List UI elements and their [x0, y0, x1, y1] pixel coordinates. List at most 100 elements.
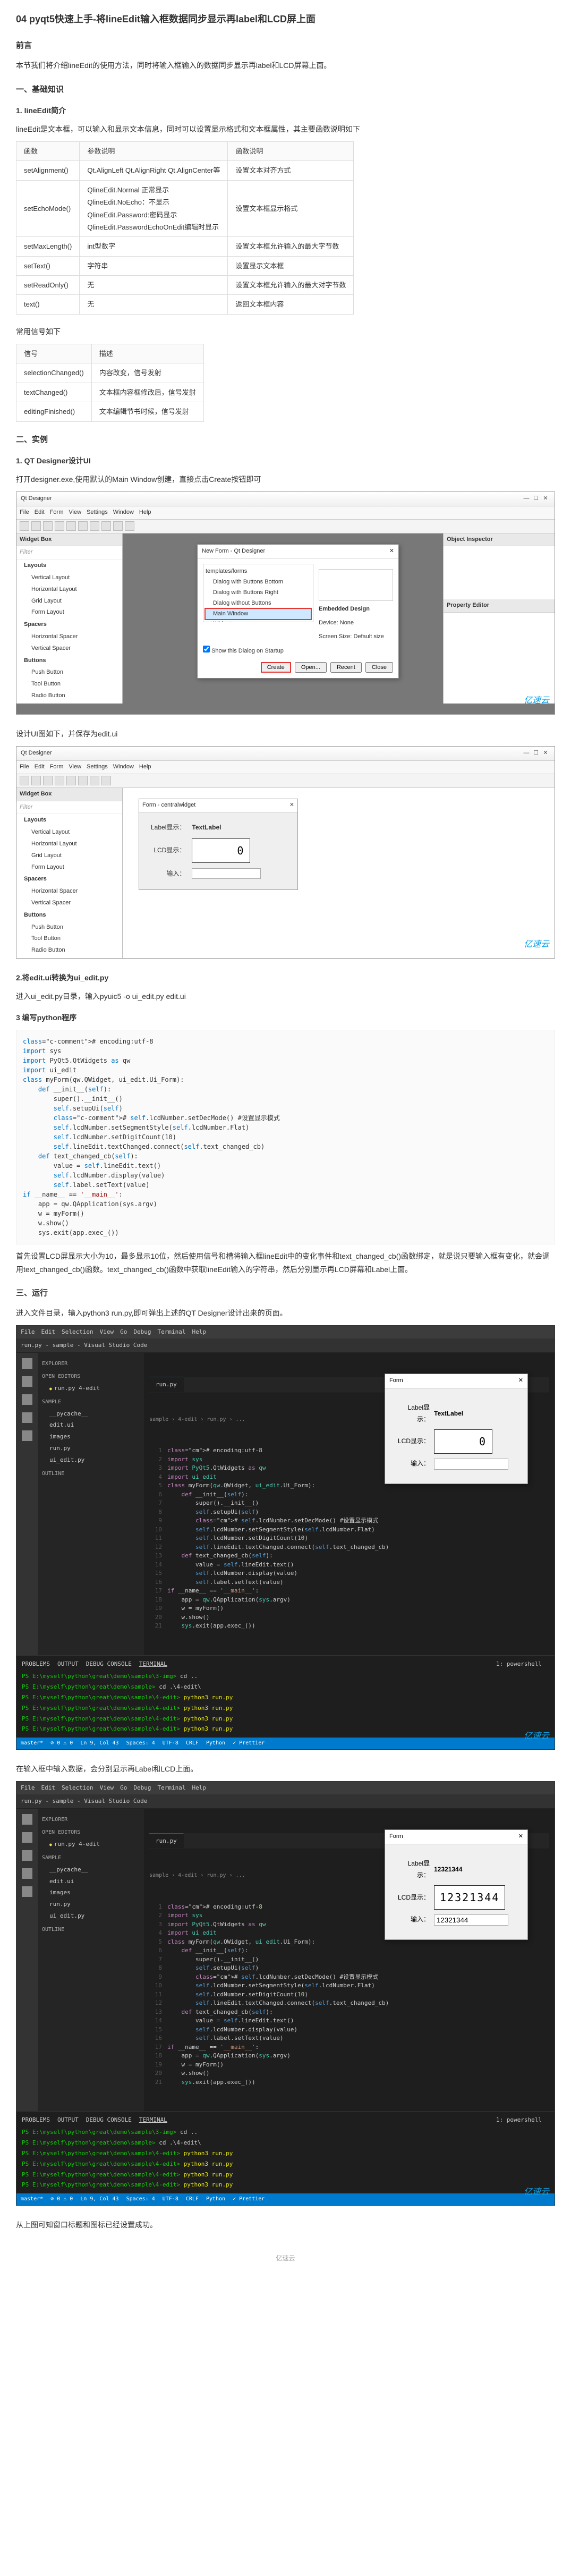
line-edit-input[interactable]: [434, 1914, 508, 1926]
tool-icon[interactable]: [43, 776, 53, 785]
menu-item[interactable]: Debug: [133, 1784, 151, 1791]
extensions-icon[interactable]: [22, 1430, 32, 1441]
menu-item[interactable]: Selection: [62, 1784, 93, 1791]
menu-item[interactable]: Form: [50, 764, 64, 770]
widget-item[interactable]: Horizontal Spacer: [16, 631, 122, 643]
widget-item[interactable]: Check Box: [16, 702, 122, 704]
menu-item[interactable]: Edit: [35, 509, 45, 515]
widget-box[interactable]: Widget Box Filter LayoutsVertical Layout…: [16, 788, 123, 958]
file-tree-item[interactable]: images: [42, 1431, 140, 1443]
menu-item[interactable]: Edit: [35, 764, 45, 770]
extensions-icon[interactable]: [22, 1886, 32, 1897]
terminal-select[interactable]: 1: powershell: [496, 2115, 542, 2125]
create-button[interactable]: Create: [261, 662, 291, 673]
files-icon[interactable]: [22, 1358, 32, 1369]
menu-item[interactable]: View: [100, 1784, 114, 1791]
tool-icon[interactable]: [20, 521, 29, 531]
menu-item[interactable]: Help: [192, 1784, 206, 1791]
tree-item[interactable]: templates/forms: [206, 566, 311, 577]
tree-item[interactable]: Dialog with Buttons Right: [206, 588, 311, 598]
file-tree-item[interactable]: images: [42, 1887, 140, 1899]
file-tree-item[interactable]: __pycache__: [42, 1408, 140, 1420]
toolbar[interactable]: [16, 774, 555, 788]
widget-item[interactable]: Horizontal Layout: [16, 584, 122, 596]
dialog-close-icon[interactable]: ✕: [389, 546, 394, 557]
open-button[interactable]: Open...: [295, 662, 327, 673]
widget-item[interactable]: Grid Layout: [16, 850, 122, 862]
terminal-panel[interactable]: PROBLEMSOUTPUTDEBUG CONSOLETERMINAL1: po…: [16, 1655, 555, 1738]
widget-item[interactable]: Vertical Layout: [16, 827, 122, 838]
menu-item[interactable]: File: [21, 1784, 35, 1791]
tree-item[interactable]: Widget: [206, 619, 311, 622]
menubar[interactable]: FileEditFormViewSettingsWindowHelp: [16, 761, 555, 774]
file-tree-item[interactable]: edit.ui: [42, 1419, 140, 1431]
menu-item[interactable]: File: [21, 1328, 35, 1335]
file-tree-item[interactable]: run.py: [42, 1899, 140, 1910]
debug-icon[interactable]: [22, 1868, 32, 1879]
minimize-icon[interactable]: —: [522, 494, 531, 504]
widget-box[interactable]: Widget Box Filter LayoutsVertical Layout…: [16, 533, 123, 704]
editor-tab[interactable]: run.py: [149, 1377, 184, 1392]
close-icon[interactable]: ✕: [289, 800, 294, 811]
menu-item[interactable]: File: [20, 509, 29, 515]
widget-item[interactable]: Form Layout: [16, 862, 122, 874]
terminal-tab[interactable]: DEBUG CONSOLE: [86, 2116, 132, 2123]
terminal-tab[interactable]: PROBLEMS: [22, 1660, 50, 1667]
widget-item[interactable]: Vertical Spacer: [16, 897, 122, 909]
tool-icon[interactable]: [20, 776, 29, 785]
widget-item[interactable]: Radio Button: [16, 945, 122, 956]
tool-icon[interactable]: [113, 521, 123, 531]
close-icon[interactable]: ✕: [541, 748, 550, 759]
tool-icon[interactable]: [101, 776, 111, 785]
tool-icon[interactable]: [90, 521, 99, 531]
menu-item[interactable]: Window: [113, 509, 134, 515]
files-icon[interactable]: [22, 1814, 32, 1825]
activity-bar[interactable]: [16, 1809, 38, 2111]
tree-item[interactable]: Main Window: [206, 609, 311, 620]
menu-item[interactable]: Help: [139, 764, 151, 770]
widget-item[interactable]: Vertical Spacer: [16, 643, 122, 655]
menu-item[interactable]: Form: [50, 509, 64, 515]
close-icon[interactable]: ✕: [541, 494, 550, 504]
line-edit-input[interactable]: [434, 1459, 508, 1470]
tool-icon[interactable]: [31, 521, 41, 531]
menu-item[interactable]: Help: [139, 509, 151, 515]
filter-input[interactable]: Filter: [16, 546, 122, 560]
menubar[interactable]: FileEditFormViewSettingsWindowHelp: [16, 506, 555, 520]
widget-item[interactable]: Form Layout: [16, 607, 122, 618]
menu-item[interactable]: Settings: [87, 764, 108, 770]
git-icon[interactable]: [22, 1850, 32, 1861]
vscode-menubar[interactable]: FileEditSelectionViewGoDebugTerminalHelp: [16, 1782, 555, 1794]
terminal-tab[interactable]: OUTPUT: [57, 2116, 79, 2123]
menu-item[interactable]: Go: [120, 1784, 127, 1791]
line-edit-input[interactable]: [192, 868, 261, 879]
menu-item[interactable]: Selection: [62, 1328, 93, 1335]
template-tree[interactable]: templates/formsDialog with Buttons Botto…: [203, 564, 313, 622]
menu-item[interactable]: File: [20, 764, 29, 770]
tree-item[interactable]: Dialog without Buttons: [206, 598, 311, 609]
widget-item[interactable]: Radio Button: [16, 690, 122, 702]
tool-icon[interactable]: [101, 521, 111, 531]
terminal-select[interactable]: 1: powershell: [496, 1659, 542, 1670]
open-editor-item[interactable]: run.py 4-edit: [42, 1383, 140, 1394]
tool-icon[interactable]: [78, 776, 88, 785]
design-canvas[interactable]: New Form - Qt Designer✕ templates/formsD…: [123, 533, 443, 704]
menu-item[interactable]: Terminal: [157, 1328, 185, 1335]
debug-icon[interactable]: [22, 1412, 32, 1423]
terminal-tab[interactable]: TERMINAL: [139, 2116, 167, 2123]
widget-item[interactable]: Horizontal Layout: [16, 838, 122, 850]
terminal-tab[interactable]: PROBLEMS: [22, 2116, 50, 2123]
terminal-tab[interactable]: OUTPUT: [57, 1660, 79, 1667]
tool-icon[interactable]: [66, 776, 76, 785]
menu-item[interactable]: View: [69, 764, 81, 770]
widget-item[interactable]: Vertical Layout: [16, 572, 122, 584]
menu-item[interactable]: Debug: [133, 1328, 151, 1335]
tool-icon[interactable]: [90, 776, 99, 785]
design-canvas[interactable]: Form - centralwidget✕ Label显示： TextLabel…: [123, 788, 555, 958]
close-icon[interactable]: ✕: [518, 1832, 523, 1842]
widget-item[interactable]: Push Button: [16, 922, 122, 934]
activity-bar[interactable]: [16, 1353, 38, 1655]
tree-item[interactable]: Dialog with Buttons Bottom: [206, 577, 311, 588]
file-tree-item[interactable]: run.py: [42, 1443, 140, 1454]
search-icon[interactable]: [22, 1376, 32, 1387]
